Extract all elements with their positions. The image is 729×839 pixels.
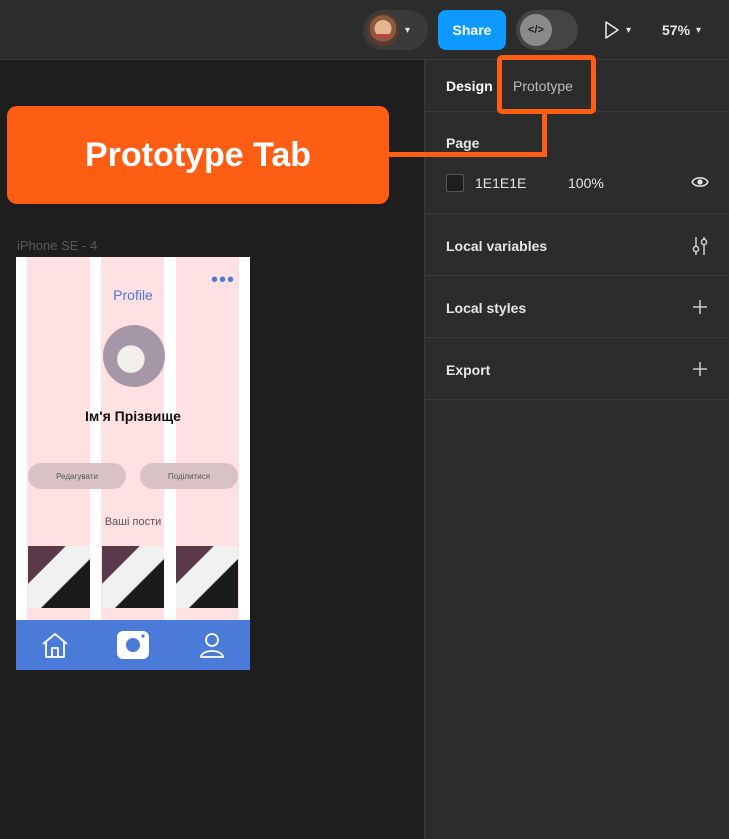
zoom-menu[interactable]: 57% ▾ <box>662 18 701 42</box>
phone-frame[interactable]: ••• Profile Ім'я Прізвище Редагувати Под… <box>16 257 250 670</box>
edit-profile-button[interactable]: Редагувати <box>28 463 126 489</box>
play-icon <box>605 21 619 39</box>
page-color-hex[interactable]: 1E1E1E <box>475 175 526 191</box>
top-toolbar: ▾ Share </> ▾ 57% ▾ <box>0 0 729 60</box>
chevron-down-icon: ▾ <box>696 24 702 36</box>
profile-header: Profile <box>113 287 153 303</box>
phone-tab-bar <box>16 620 250 670</box>
collaborator-avatar-menu[interactable]: ▾ <box>363 10 428 50</box>
share-profile-button[interactable]: Поділитися <box>140 463 238 489</box>
properties-panel: Design Prototype Page 1E1E1E 100% Local … <box>424 60 729 839</box>
figma-window: ▾ Share </> ▾ 57% ▾ iPhone SE - 4 ••• Pr… <box>0 0 729 839</box>
callout-connector <box>389 152 547 157</box>
posts-label: Ваші пости <box>104 516 162 528</box>
tab-design[interactable]: Design <box>446 78 493 94</box>
user-icon[interactable] <box>195 629 229 661</box>
page-section: Page 1E1E1E 100% <box>425 112 729 214</box>
callout-connector <box>542 114 547 157</box>
dev-mode-toggle[interactable]: </> <box>516 10 578 50</box>
code-icon: </> <box>520 14 552 46</box>
plus-icon[interactable] <box>691 360 709 381</box>
profile-avatar <box>103 325 165 387</box>
page-section-title: Page <box>446 135 480 151</box>
section-title: Local variables <box>446 238 548 254</box>
section-title: Export <box>446 362 491 378</box>
plus-icon[interactable] <box>691 298 709 319</box>
profile-name: Ім'я Прізвище <box>85 408 181 424</box>
present-button[interactable]: ▾ <box>604 18 644 42</box>
annotation-callout: Prototype Tab <box>7 106 389 204</box>
camera-icon[interactable] <box>116 629 150 661</box>
home-icon[interactable] <box>38 629 72 661</box>
post-thumbnail[interactable] <box>102 546 164 608</box>
chevron-down-icon: ▾ <box>626 24 632 36</box>
sliders-icon[interactable] <box>691 236 709 259</box>
share-button[interactable]: Share <box>438 10 506 50</box>
user-avatar <box>367 14 399 46</box>
local-styles-section[interactable]: Local styles <box>425 276 729 338</box>
post-thumbnail[interactable] <box>28 546 90 608</box>
zoom-level: 57% <box>662 22 691 38</box>
eye-icon[interactable] <box>691 175 709 194</box>
local-variables-section[interactable]: Local variables <box>425 214 729 276</box>
export-section[interactable]: Export <box>425 338 729 400</box>
section-title: Local styles <box>446 300 527 316</box>
prototype-tab-highlight <box>497 55 596 114</box>
page-opacity[interactable]: 100% <box>568 175 604 191</box>
frame-label[interactable]: iPhone SE - 4 <box>17 238 97 253</box>
page-color-swatch[interactable] <box>446 174 464 192</box>
post-thumbnail[interactable] <box>176 546 238 608</box>
chevron-down-icon: ▾ <box>405 24 411 36</box>
